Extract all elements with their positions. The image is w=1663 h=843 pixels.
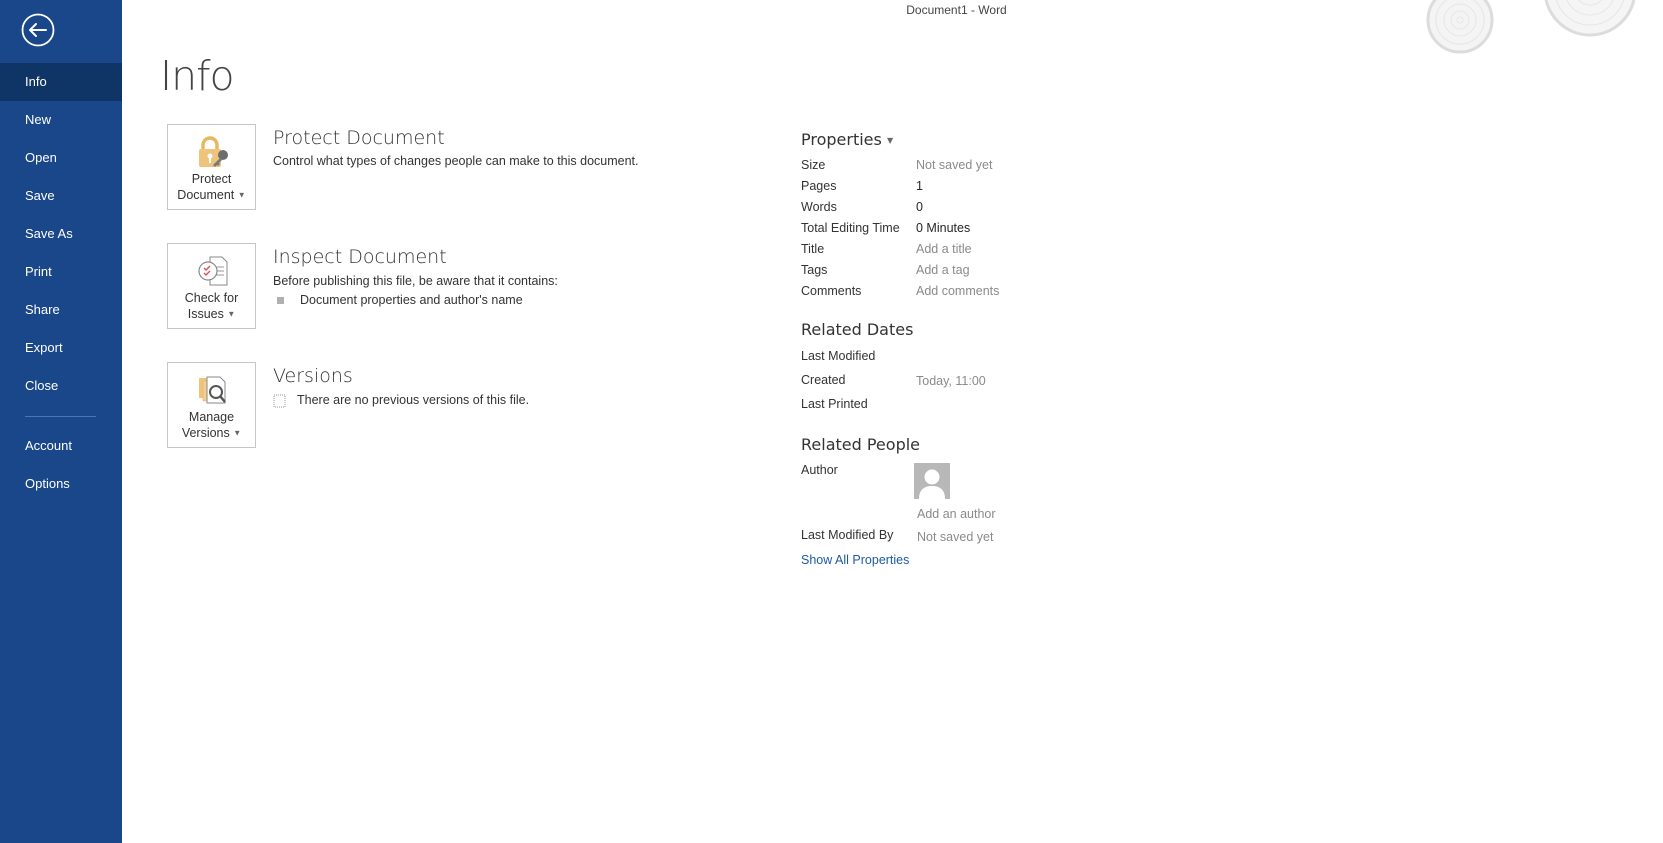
date-label-last-modified: Last Modified — [801, 349, 876, 363]
back-arrow-circle-icon — [21, 13, 55, 47]
prop-value-editing-time: 0 Minutes — [916, 221, 971, 235]
versions-info: There are no previous versions of this f… — [273, 393, 529, 408]
sidebar-item-close[interactable]: Close — [0, 367, 122, 405]
title-input[interactable]: Add a title — [916, 242, 972, 256]
versions-title: Versions — [273, 365, 353, 387]
dropdown-caret-icon: ▼ — [886, 136, 894, 145]
prop-label-pages: Pages — [801, 179, 837, 193]
window-title: Document1 - Word — [906, 3, 1007, 17]
versions-description: There are no previous versions of this f… — [297, 393, 530, 407]
sidebar-item-share[interactable]: Share — [0, 291, 122, 329]
date-label-created: Created — [801, 373, 846, 387]
inspect-document-title: Inspect Document — [273, 246, 447, 268]
sidebar-item-save[interactable]: Save — [0, 177, 122, 215]
prop-label-tags: Tags — [801, 263, 828, 277]
last-modified-by-label: Last Modified By — [801, 528, 894, 542]
properties-dropdown[interactable]: Properties ▼ — [801, 130, 893, 149]
dropdown-caret-icon: ▼ — [233, 428, 242, 438]
sidebar-item-save-as[interactable]: Save As — [0, 215, 122, 253]
author-label: Author — [801, 463, 838, 477]
back-button[interactable] — [21, 13, 55, 47]
add-author-input[interactable]: Add an author — [917, 507, 996, 521]
prop-label-size: Size — [801, 158, 826, 172]
protect-document-description: Control what types of changes people can… — [273, 154, 639, 168]
sidebar-item-options[interactable]: Options — [0, 465, 122, 503]
prop-label-title: Title — [801, 242, 825, 256]
inspect-bullet-item: Document properties and author's name — [273, 293, 523, 307]
backstage-sidebar: Info New Open Save Save As Print Share E… — [0, 0, 122, 843]
document-version-icon — [273, 394, 286, 408]
check-issues-label-line2: Issues — [187, 307, 224, 321]
manage-versions-button[interactable]: Manage Versions ▼ — [167, 362, 256, 448]
sidebar-divider — [25, 416, 96, 417]
date-label-last-printed: Last Printed — [801, 397, 868, 411]
inspect-document-description: Before publishing this file, be aware th… — [273, 274, 558, 288]
person-placeholder-icon — [919, 469, 945, 499]
sidebar-item-export[interactable]: Export — [0, 329, 122, 367]
sidebar-item-info[interactable]: Info — [0, 63, 122, 101]
check-issues-label-line1: Check for — [184, 291, 239, 305]
manage-versions-label-line1: Manage — [188, 410, 235, 424]
check-for-issues-button[interactable]: Check for Issues ▼ — [167, 243, 256, 329]
related-dates-heading: Related Dates — [801, 320, 914, 339]
prop-value-size: Not saved yet — [916, 158, 993, 172]
sidebar-item-open[interactable]: Open — [0, 139, 122, 177]
related-people-heading: Related People — [801, 435, 921, 454]
protect-document-title: Protect Document — [273, 127, 445, 149]
protect-document-button[interactable]: Protect Document ▼ — [167, 124, 256, 210]
tree-rings-decoration-icon — [1426, 0, 1636, 54]
protect-button-label-line1: Protect — [191, 172, 232, 186]
dropdown-caret-icon: ▼ — [237, 190, 246, 200]
prop-label-words: Words — [801, 200, 837, 214]
page-title: Info — [160, 52, 235, 100]
protect-button-label-line2: Document — [177, 188, 235, 202]
last-modified-by-value: Not saved yet — [917, 530, 994, 544]
sidebar-item-new[interactable]: New — [0, 101, 122, 139]
manage-versions-icon — [199, 376, 226, 404]
sidebar-item-print[interactable]: Print — [0, 253, 122, 291]
tags-input[interactable]: Add a tag — [916, 263, 970, 277]
bullet-square-icon — [277, 297, 284, 305]
date-value-created: Today, 11:00 — [916, 374, 986, 388]
comments-input[interactable]: Add comments — [916, 284, 999, 298]
prop-label-editing-time: Total Editing Time — [801, 221, 900, 235]
prop-value-words: 0 — [916, 200, 923, 214]
inspect-document-icon — [198, 256, 228, 286]
show-all-properties-link[interactable]: Show All Properties — [801, 553, 909, 567]
dropdown-caret-icon: ▼ — [227, 309, 236, 319]
prop-label-comments: Comments — [801, 284, 862, 298]
prop-value-pages: 1 — [916, 179, 923, 193]
author-avatar — [914, 463, 950, 499]
properties-heading: Properties — [801, 130, 882, 149]
lock-key-icon — [199, 136, 228, 167]
manage-versions-label-line2: Versions — [181, 426, 230, 440]
sidebar-item-account[interactable]: Account — [0, 427, 122, 465]
inspect-bullet-text: Document properties and author's name — [300, 293, 523, 307]
